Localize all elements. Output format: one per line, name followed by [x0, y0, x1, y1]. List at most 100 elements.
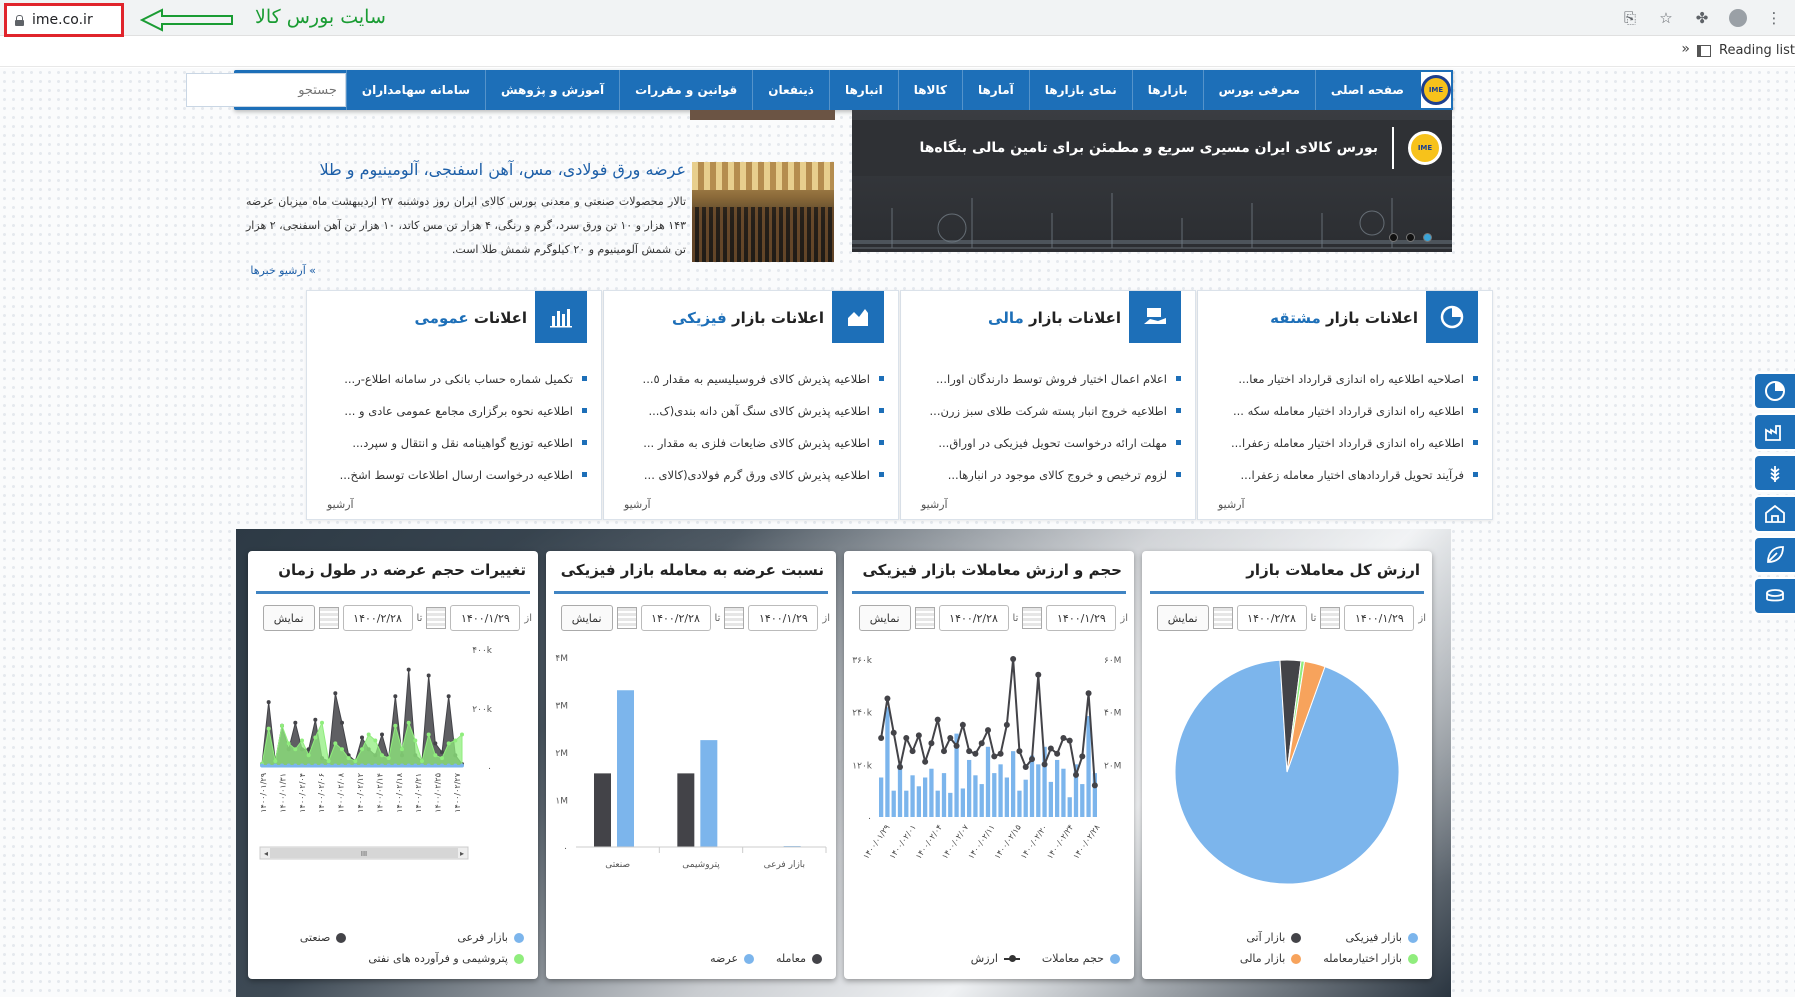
slide-dot[interactable]	[1406, 233, 1415, 242]
legend-item[interactable]: ارزش	[971, 952, 1020, 965]
value-point	[1041, 761, 1048, 768]
nav-item[interactable]: معرفی بورس	[1202, 70, 1315, 110]
legend-item[interactable]: بازار آتی	[1240, 931, 1302, 944]
legend-item[interactable]: بازار فرعی	[368, 931, 524, 944]
extensions-icon[interactable]: ✤	[1693, 9, 1711, 27]
profile-avatar[interactable]	[1729, 9, 1747, 27]
factory-icon[interactable]	[1753, 413, 1795, 451]
announcement-item[interactable]: اطلاعیه خروج انبار پسته شرکت طلای سبز زر…	[916, 395, 1181, 427]
legend-item[interactable]: حجم معاملات	[1042, 952, 1120, 965]
announcement-item[interactable]: اطلاعیه توزیع گواهینامه نقل و انتقال و س…	[322, 427, 587, 459]
site-logo[interactable]: IME	[1419, 70, 1453, 110]
to-date-input[interactable]: ۱۴۰۰/۲/۲۸	[342, 605, 413, 631]
y-tick-label: ۲۴۰k	[852, 709, 873, 719]
from-date-input[interactable]: ۱۴۰۰/۱/۲۹	[1344, 605, 1415, 631]
area-point	[313, 735, 318, 740]
search-input[interactable]	[185, 73, 346, 107]
nav-item[interactable]: کالاها	[897, 70, 962, 110]
calendar-icon[interactable]	[1022, 607, 1043, 629]
panel-rule	[852, 591, 1126, 594]
nav-item[interactable]: قوانین و مقررات	[619, 70, 752, 110]
news-photo[interactable]	[692, 162, 834, 262]
volume-bar	[916, 786, 921, 817]
slide-dot-active[interactable]	[1423, 233, 1432, 242]
announcement-item[interactable]: اطلاعیه راه اندازی قرارداد اختیار معامله…	[1213, 427, 1478, 459]
announcement-item[interactable]: اطلاعیه پذیرش کالای سنگ آهن دانه بندی(ک.…	[619, 395, 884, 427]
translate-icon[interactable]: ⎘	[1621, 9, 1639, 27]
announcement-item[interactable]: اطلاعیه پذیرش کالای فروسیلیسیم به مقدار …	[619, 363, 884, 395]
archive-link[interactable]: آرشیو	[327, 498, 354, 511]
show-button[interactable]: نمایش	[560, 605, 613, 631]
volume-bar	[960, 788, 965, 817]
announcement-item[interactable]: مهلت ارائه درخواست تحویل فیزیکی در اوراق…	[916, 427, 1181, 459]
to-date-input[interactable]: ۱۴۰۰/۲/۲۸	[1236, 605, 1307, 631]
archive-link[interactable]: آرشیو	[921, 498, 948, 511]
from-label: از	[1418, 612, 1426, 624]
legend-item[interactable]: بازار مالی	[1240, 952, 1302, 965]
calendar-icon[interactable]	[724, 607, 745, 629]
announcement-item[interactable]: اطلاعیه درخواست ارسال اطلاعات توسط اشخ..…	[322, 459, 587, 491]
legend-item[interactable]: عرضه	[710, 952, 755, 965]
to-date-input[interactable]: ۱۴۰۰/۲/۲۸	[640, 605, 711, 631]
star-icon[interactable]: ☆	[1657, 9, 1675, 27]
nav-item[interactable]: آمارها	[961, 70, 1029, 110]
banner-header: بورس کالای ایران مسیری سریع و مطمئن برای…	[852, 120, 1452, 176]
nav-item[interactable]: انبارها	[828, 70, 898, 110]
archive-link[interactable]: آرشیو	[624, 498, 651, 511]
y-tick-label: ۲۰M	[1104, 761, 1121, 771]
from-date-input[interactable]: ۱۴۰۰/۱/۲۹	[1046, 605, 1117, 631]
pie-chart-icon[interactable]	[1753, 372, 1795, 410]
more-bookmarks-icon[interactable]: »	[1681, 41, 1690, 57]
show-button[interactable]: نمایش	[1156, 605, 1209, 631]
nav-item[interactable]: بازارها	[1131, 70, 1203, 110]
announcement-item[interactable]: اطلاعیه راه اندازی قرارداد اختیار معامله…	[1213, 395, 1478, 427]
nav-item[interactable]: ذینفعان	[752, 70, 829, 110]
calendar-icon[interactable]	[1320, 607, 1341, 629]
to-label: تا	[714, 612, 721, 624]
menu-icon[interactable]: ⋮	[1765, 9, 1783, 27]
legend-item[interactable]: بازار فیزیکی	[1323, 931, 1418, 944]
calendar-icon[interactable]	[914, 607, 935, 629]
announcement-item[interactable]: لزوم ترخیص و خروج کالای موجود در انبارها…	[916, 459, 1181, 491]
calendar-icon[interactable]	[318, 607, 339, 629]
reading-list-button[interactable]: Reading list	[1697, 43, 1795, 58]
hero-banner[interactable]: بورس کالای ایران مسیری سریع و مطمئن برای…	[852, 110, 1452, 252]
announcement-item[interactable]: فرآیند تحویل قراردادهای اختیار معامله زع…	[1213, 459, 1478, 491]
nav-item[interactable]: صفحه اصلی	[1314, 70, 1419, 110]
from-date-input[interactable]: ۱۴۰۰/۱/۲۹	[450, 605, 521, 631]
legend-item[interactable]: معامله	[776, 952, 822, 965]
announcement-item[interactable]: اطلاعیه نحوه برگزاری مجامع عمومی عادی و …	[322, 395, 587, 427]
calendar-icon[interactable]	[1212, 607, 1233, 629]
calendar-icon[interactable]	[426, 607, 447, 629]
warehouse-icon[interactable]	[1753, 495, 1795, 533]
announcement-item[interactable]: اعلام اعمال اختیار فروش توسط دارندگان او…	[916, 363, 1181, 395]
announcement-item[interactable]: اطلاعیه پذیرش کالای ضایعات فلزی به مقدار…	[619, 427, 884, 459]
url-text[interactable]: ime.co.ir	[32, 12, 93, 28]
legend-item[interactable]: بازار اختیارمعامله	[1323, 952, 1418, 965]
calendar-icon[interactable]	[616, 607, 637, 629]
announcement-item[interactable]: اصلاحیه اطلاعیه راه اندازی قرارداد اختیا…	[1213, 363, 1478, 395]
y-tick-label: ۳۶۰k	[852, 656, 873, 666]
area-point	[446, 741, 451, 746]
leaf-icon[interactable]	[1753, 536, 1795, 574]
archive-link[interactable]: آرشیو	[1218, 498, 1245, 511]
show-button[interactable]: نمایش	[262, 605, 315, 631]
legend-item[interactable]: پتروشیمی و فرآورده های نفتی	[368, 952, 524, 965]
wheat-icon[interactable]	[1753, 454, 1795, 492]
legend-item[interactable]: صنعتی	[300, 931, 347, 944]
slide-dot[interactable]	[1389, 233, 1398, 242]
news-archive-link[interactable]: » آرشیو خبرها	[250, 264, 316, 277]
show-button[interactable]: نمایش	[858, 605, 911, 631]
to-date-input[interactable]: ۱۴۰۰/۲/۲۸	[938, 605, 1009, 631]
nav-item[interactable]: سامانه سهامداران	[345, 70, 485, 110]
from-date-input[interactable]: ۱۴۰۰/۱/۲۹	[748, 605, 819, 631]
news-title[interactable]: عرضه ورق فولادی، مس، آهن اسفنجی، آلومینی…	[319, 160, 686, 179]
coins-icon[interactable]	[1753, 577, 1795, 615]
nav-item[interactable]: نمای بازارها	[1028, 70, 1132, 110]
address-bar[interactable]: ime.co.ir	[4, 3, 124, 37]
announcement-item[interactable]: تکمیل شماره حساب بانکی در سامانه اطلاع-ر…	[322, 363, 587, 395]
area-chart-icon	[832, 291, 884, 343]
nav-item[interactable]: آموزش و پژوهش	[485, 70, 619, 110]
announcement-item[interactable]: اطلاعیه پذیرش کالای ورق گرم فولادی(کالای…	[619, 459, 884, 491]
lock-icon[interactable]	[15, 14, 24, 26]
